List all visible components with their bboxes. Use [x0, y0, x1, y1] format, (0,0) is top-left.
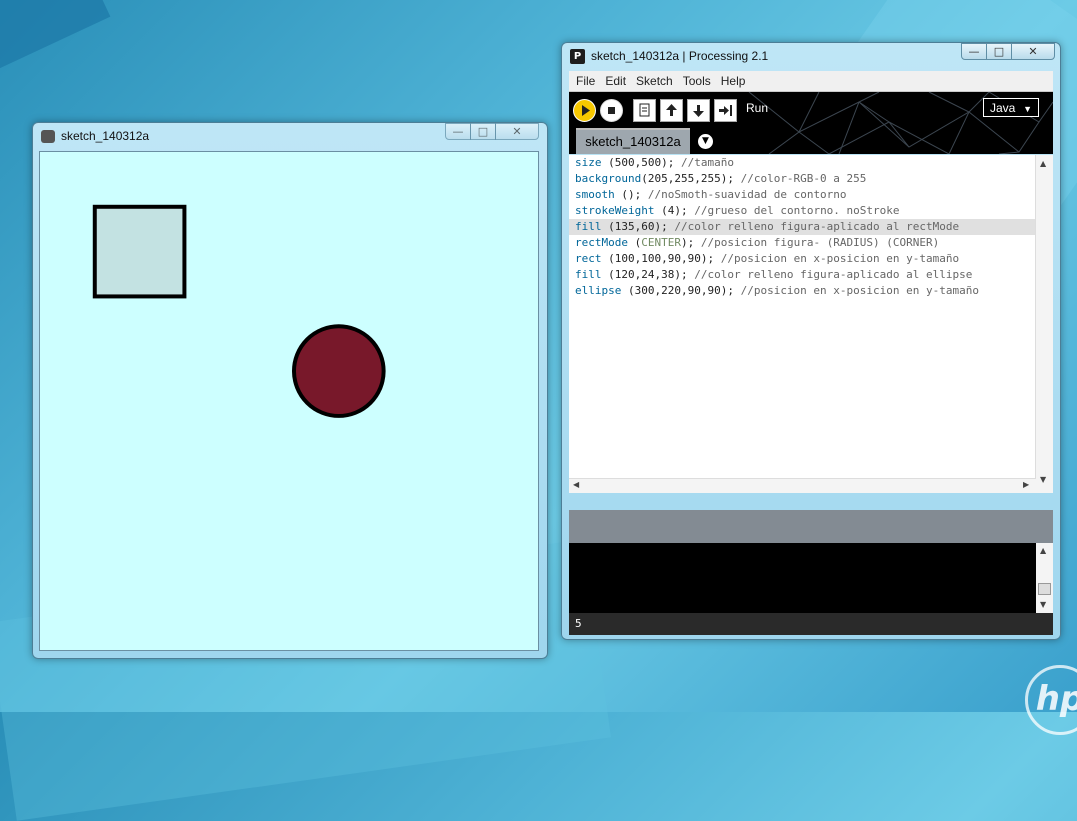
minimize-icon[interactable]: — [961, 43, 987, 60]
code-line[interactable]: fill (135,60); //color relleno figura-ap… [569, 219, 1035, 235]
code-args: ( [627, 236, 642, 249]
code-line[interactable]: smooth (); //noSmoth-suavidad de contorn… [569, 187, 1035, 203]
scroll-up-icon[interactable]: ▲ [1040, 159, 1046, 168]
code-editor[interactable]: size (500,500); //tamaño background(205,2… [569, 155, 1053, 493]
menu-file[interactable]: File [573, 74, 598, 88]
mode-select-value: Java [990, 101, 1016, 115]
sketch-canvas[interactable] [39, 151, 539, 651]
processing-window[interactable]: P sketch_140312a | Processing 2.1 — □ ✕ … [561, 42, 1061, 640]
code-args: (); [614, 188, 648, 201]
code-line[interactable]: background(205,255,255); //color-RGB-0 a… [569, 171, 1035, 187]
maximize-icon[interactable]: □ [986, 43, 1012, 60]
console-area[interactable]: ▲ ▼ [569, 543, 1053, 613]
code-line[interactable]: ellipse (300,220,90,90); //posicion en x… [569, 283, 1035, 299]
pde-window-title: sketch_140312a | Processing 2.1 [591, 49, 769, 63]
close-icon[interactable]: ✕ [495, 123, 539, 140]
new-icon[interactable] [633, 99, 656, 122]
code-line[interactable]: fill (120,24,38); //color relleno figura… [569, 267, 1035, 283]
minimize-icon[interactable]: — [445, 123, 471, 140]
processing-app-icon: P [570, 49, 585, 64]
editor-vertical-scrollbar[interactable]: ▲ ▼ [1035, 155, 1053, 493]
code-args: (300,220,90,90); [621, 284, 741, 297]
maximize-icon[interactable]: □ [470, 123, 496, 140]
stop-button[interactable] [600, 99, 623, 122]
code-args: (500,500); [601, 156, 681, 169]
wallpaper-shape [0, 0, 111, 76]
code-keyword: size [575, 156, 602, 169]
code-comment: //posicion figura- (RADIUS) (CORNER) [700, 236, 940, 249]
chevron-down-icon: ▼ [1023, 104, 1032, 114]
code-keyword: ellipse [575, 284, 622, 297]
code-comment: //posicion en x-posicion en y-tamaño [740, 284, 979, 297]
code-comment: //grueso del contorno. noStroke [694, 204, 900, 217]
scroll-right-icon[interactable]: ▶ [1023, 480, 1029, 489]
code-comment: //noSmoth-suavidad de contorno [647, 188, 847, 201]
code-comment: //tamaño [680, 156, 734, 169]
code-args: (205,255,255); [641, 172, 741, 185]
toolbar: Run Java ▼ sketch_140312a ▼ [569, 92, 1053, 154]
sketch-canvas-drawing [40, 152, 538, 650]
ellipse-shape [291, 324, 386, 418]
code-comment: //color relleno figura-aplicado al ellip… [694, 268, 973, 281]
code-args: ); [680, 236, 701, 249]
menu-bar: File Edit Sketch Tools Help [569, 71, 1053, 92]
line-number-indicator: 5 [569, 613, 1053, 635]
editor-horizontal-scrollbar[interactable]: ◀ ▶ [569, 478, 1036, 493]
export-icon[interactable] [714, 99, 737, 122]
code-args: (4); [654, 204, 695, 217]
save-icon[interactable] [687, 99, 710, 122]
sketch-app-icon [41, 130, 55, 143]
code-line[interactable]: rect (100,100,90,90); //posicion en x-po… [569, 251, 1035, 267]
scroll-up-icon[interactable]: ▲ [1040, 546, 1046, 555]
code-keyword: strokeWeight [575, 204, 655, 217]
sketch-titlebar[interactable]: sketch_140312a — □ ✕ [33, 123, 547, 149]
menu-edit[interactable]: Edit [602, 74, 629, 88]
sketch-window-title: sketch_140312a [61, 129, 150, 143]
menu-tools[interactable]: Tools [680, 74, 714, 88]
code-line[interactable]: size (500,500); //tamaño [569, 155, 1035, 171]
tab-menu-icon[interactable]: ▼ [698, 134, 713, 149]
run-button[interactable] [573, 99, 596, 122]
code-comment: //color relleno figura-aplicado al rectM… [674, 220, 960, 233]
sketch-window[interactable]: sketch_140312a — □ ✕ [32, 122, 548, 659]
close-icon[interactable]: ✕ [1011, 43, 1055, 60]
scroll-left-icon[interactable]: ◀ [573, 480, 579, 489]
tab-sketch[interactable]: sketch_140312a [576, 128, 690, 154]
code-keyword: rectMode [575, 236, 628, 249]
scroll-down-icon[interactable]: ▼ [1040, 475, 1046, 484]
code-keyword: fill [575, 268, 602, 281]
code-keyword: smooth [575, 188, 615, 201]
open-icon[interactable] [660, 99, 683, 122]
menu-help[interactable]: Help [718, 74, 749, 88]
code-keyword: background [575, 172, 642, 185]
run-label: Run [746, 101, 769, 115]
menu-sketch[interactable]: Sketch [633, 74, 676, 88]
code-comment: //color-RGB-0 a 255 [740, 172, 867, 185]
mode-select[interactable]: Java ▼ [983, 98, 1039, 117]
code-line[interactable]: rectMode (CENTER); //posicion figura- (R… [569, 235, 1035, 251]
scroll-down-icon[interactable]: ▼ [1040, 600, 1046, 609]
code-args: (120,24,38); [601, 268, 695, 281]
console-scroll-thumb[interactable] [1038, 583, 1051, 595]
status-bar [569, 510, 1053, 543]
pde-titlebar[interactable]: P sketch_140312a | Processing 2.1 — □ ✕ [562, 43, 1060, 69]
code-constant: CENTER [641, 236, 681, 249]
code-comment: //posicion en x-posicion en y-tamaño [720, 252, 960, 265]
code-keyword: rect [575, 252, 602, 265]
console-scrollbar[interactable]: ▲ ▼ [1036, 543, 1053, 613]
code-line[interactable]: strokeWeight (4); //grueso del contorno.… [569, 203, 1035, 219]
code-args: (135,60); [601, 220, 675, 233]
code-keyword: fill [575, 220, 602, 233]
rect-shape [92, 204, 187, 299]
hp-logo: hp [1025, 665, 1077, 735]
code-args: (100,100,90,90); [601, 252, 721, 265]
